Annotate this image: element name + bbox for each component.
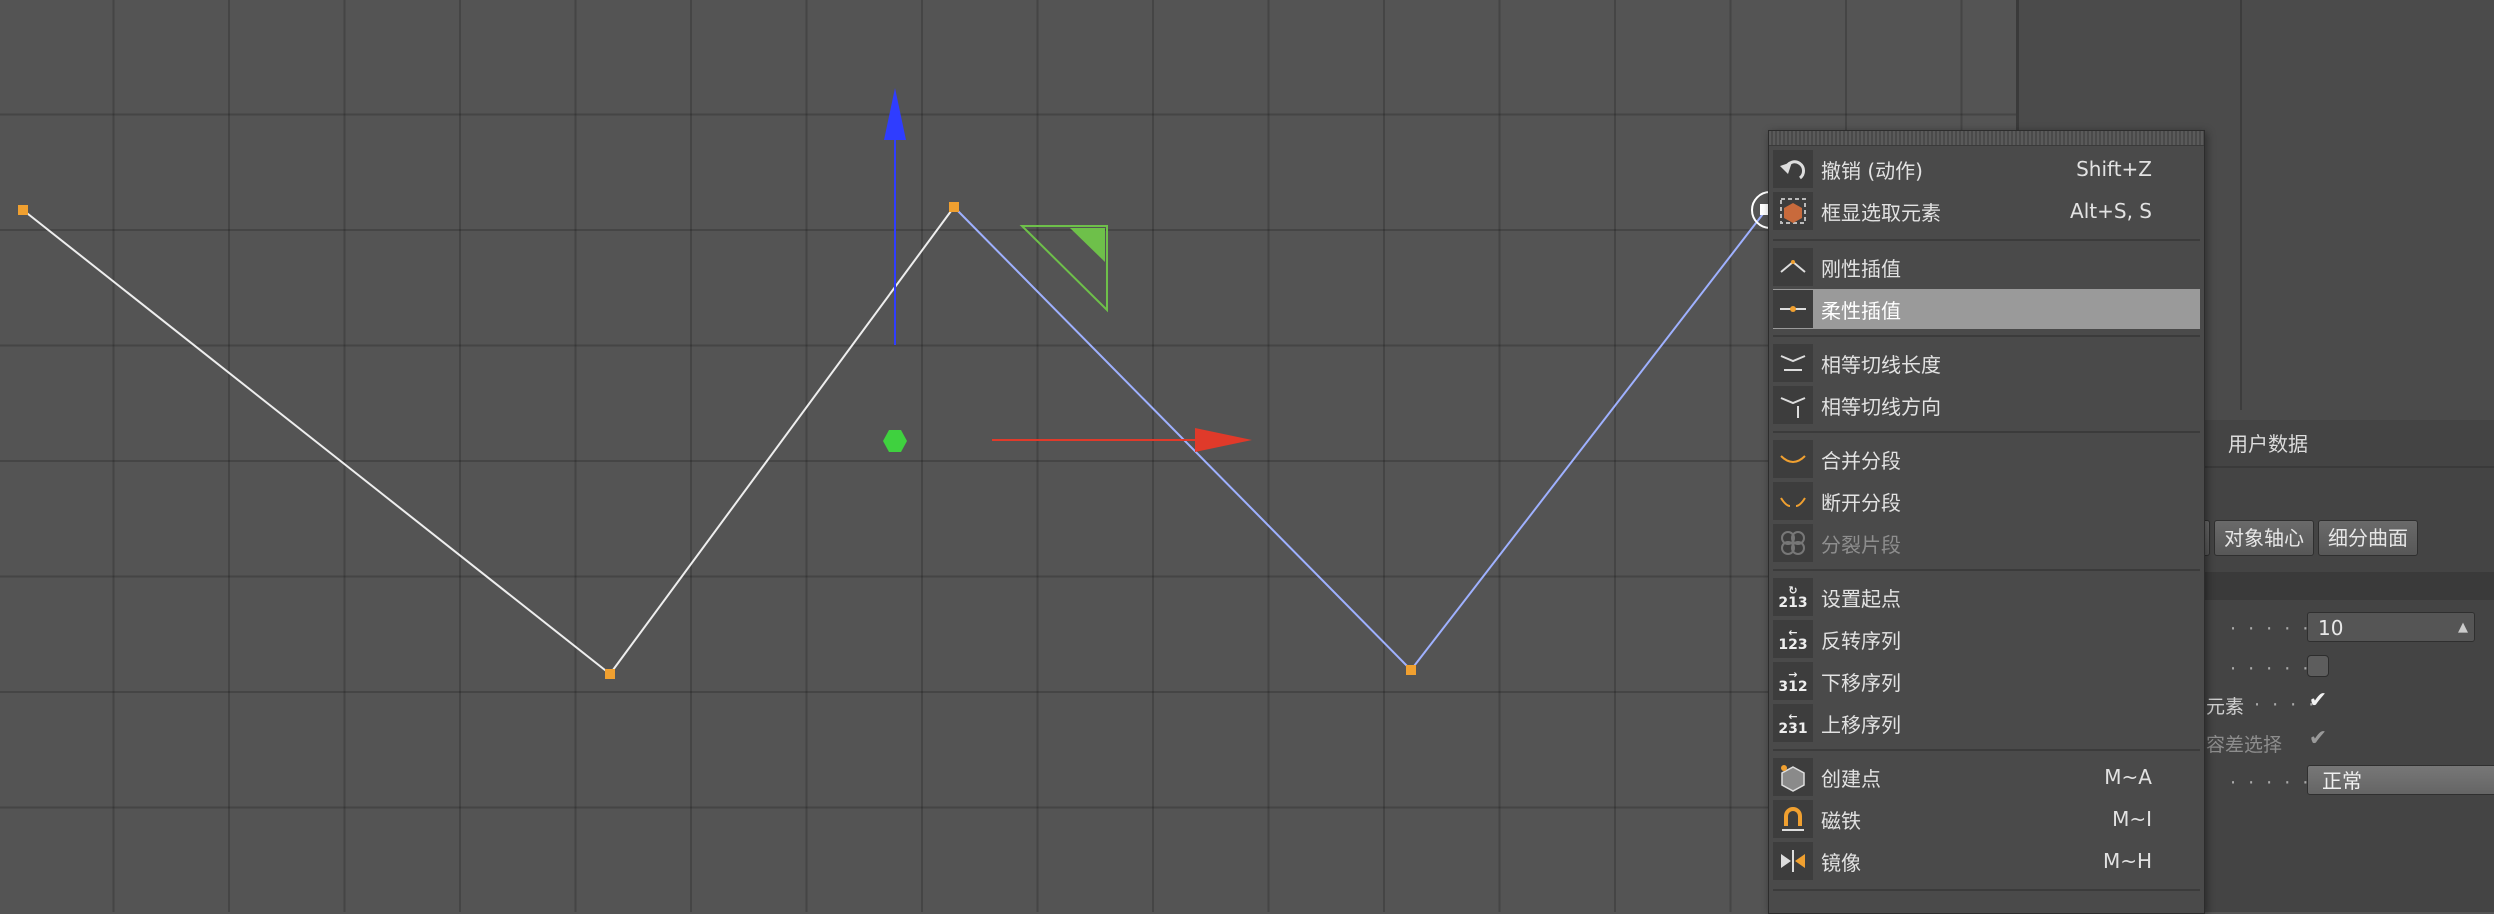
tab-button-object-axis[interactable]: 对象轴心 [2214,520,2314,556]
checkbox-checked[interactable]: ✔ [2307,690,2329,714]
menu-item-move-down-sequence[interactable]: → 312 下移序列 [1773,661,2200,701]
icon-digits: 213 [1778,595,1808,611]
axis-center-handle[interactable] [883,430,907,452]
attr-label: 容差选择 [2206,734,2283,756]
menu-separator [1773,749,2200,751]
mirror-icon [1773,842,1813,880]
menu-item-label: 柔性插值 [1821,298,1901,323]
mode-dropdown[interactable]: 正常 [2307,765,2494,795]
spline-point[interactable] [1406,665,1416,675]
icon-digits: 231 [1778,721,1808,737]
create-point-icon [1773,758,1813,796]
menu-item-join-segment[interactable]: 合并分段 [1773,439,2200,479]
menu-item-shortcut: M~H [2102,849,2152,873]
attr-row: 容差选择 [2190,726,2494,760]
tab-user-data[interactable]: 用户数据 [2206,424,2308,464]
menu-item-label: 撤销 (动作) [1821,158,1923,183]
equal-tangent-length-icon [1773,344,1813,382]
menu-item-soft-interpolation[interactable]: 柔性插值 [1773,289,2200,329]
menu-item-label: 设置起点 [1821,586,1901,611]
menu-tearoff-grip[interactable] [1769,131,2204,146]
spline-point[interactable] [949,202,959,212]
menu-item-label: 合并分段 [1821,448,1901,473]
menu-item-magnet[interactable]: 磁铁 M~I [1773,799,2200,839]
icon-digits: 123 [1778,637,1808,653]
menu-item-reverse-sequence[interactable]: ← 123 反转序列 [1773,619,2200,659]
spline-point[interactable] [18,205,28,215]
menu-item-label: 框显选取元素 [1821,200,1941,225]
explode-segments-icon [1773,524,1813,562]
hard-interpolation-icon [1773,248,1813,286]
tab-strip-divider [2190,466,2494,468]
menu-separator [1773,239,2200,241]
menu-item-label: 断开分段 [1821,490,1901,515]
menu-item-move-up-sequence[interactable]: ← 231 上移序列 [1773,703,2200,743]
frame-selected-icon [1773,192,1813,230]
menu-item-label: 上移序列 [1821,712,1901,737]
spline-segment-selected[interactable] [1410,209,1767,671]
menu-item-label: 创建点 [1821,766,1881,791]
number-field[interactable]: 10 ▲ [2307,612,2475,642]
context-menu: 撤销 (动作) Shift+Z 框显选取元素 Alt+S, S 刚性插值 柔性插… [1768,130,2205,914]
menu-item-label: 磁铁 [1821,808,1861,833]
soft-interpolation-icon [1773,290,1813,328]
menu-separator [1773,569,2200,571]
axis-plane-handle-fill [1070,228,1105,262]
tab-button-subdivision[interactable]: 细分曲面 [2318,520,2418,556]
menu-item-shortcut: Alt+S, S [2070,199,2152,223]
menu-item-undo[interactable]: 撤销 (动作) Shift+Z [1773,149,2200,189]
menu-item-frame-selected[interactable]: 框显选取元素 Alt+S, S [1773,191,2200,231]
menu-item-explode-segments: 分裂片段 [1773,523,2200,563]
undo-icon [1773,150,1813,188]
attr-row: 元素 · · · · [2190,688,2494,722]
menu-item-shortcut: M~I [2112,807,2152,831]
menu-item-label: 相等切线长度 [1821,352,1941,377]
menu-item-shortcut: M~A [2104,765,2152,789]
number-field-value: 10 [2318,616,2344,640]
axis-x-arrow[interactable] [1195,428,1252,452]
menu-item-equal-tangent-direction[interactable]: 相等切线方向 [1773,385,2200,425]
attr-row: · · · · · · [2190,652,2494,686]
menu-item-create-point[interactable]: 创建点 M~A [1773,757,2200,797]
attribute-tab-buttons: j 对象轴心 细分曲面 [2190,520,2418,558]
menu-item-set-first-point[interactable]: ↻ 213 设置起点 [1773,577,2200,617]
menu-item-break-segment[interactable]: 断开分段 [1773,481,2200,521]
spline-segment[interactable] [22,209,611,675]
attr-label: 元素 [2206,696,2245,718]
stepper-arrows-icon[interactable]: ▲ [2458,613,2468,643]
menu-item-hard-interpolation[interactable]: 刚性插值 [1773,247,2200,287]
icon-digits: 312 [1778,679,1808,695]
attribute-section-bar [2190,572,2494,600]
move-up-sequence-icon: ← 231 [1773,704,1813,742]
set-first-point-icon: ↻ 213 [1773,578,1813,616]
menu-item-label: 相等切线方向 [1821,394,1941,419]
equal-tangent-direction-icon [1773,386,1813,424]
panel-divider [2240,0,2242,410]
menu-separator [1773,889,2200,891]
menu-item-label: 下移序列 [1821,670,1901,695]
move-down-sequence-icon: → 312 [1773,662,1813,700]
menu-item-mirror[interactable]: 镜像 M~H [1773,841,2200,881]
menu-item-equal-tangent-length[interactable]: 相等切线长度 [1773,343,2200,383]
checkbox[interactable] [2307,655,2329,677]
menu-separator [1773,431,2200,433]
menu-item-shortcut: Shift+Z [2076,157,2152,181]
spline-segment-selected[interactable] [953,206,1412,671]
magnet-icon [1773,800,1813,838]
menu-separator [1773,335,2200,337]
spline-point[interactable] [605,669,615,679]
menu-item-label: 分裂片段 [1821,532,1901,557]
checkbox-checked-disabled[interactable]: ✔ [2307,728,2329,752]
reverse-sequence-icon: ← 123 [1773,620,1813,658]
break-segment-icon [1773,482,1813,520]
axis-y-arrow[interactable] [884,88,906,140]
join-segment-icon [1773,440,1813,478]
menu-item-label: 刚性插值 [1821,256,1901,281]
menu-item-label: 镜像 [1821,850,1861,875]
menu-item-label: 反转序列 [1821,628,1901,653]
